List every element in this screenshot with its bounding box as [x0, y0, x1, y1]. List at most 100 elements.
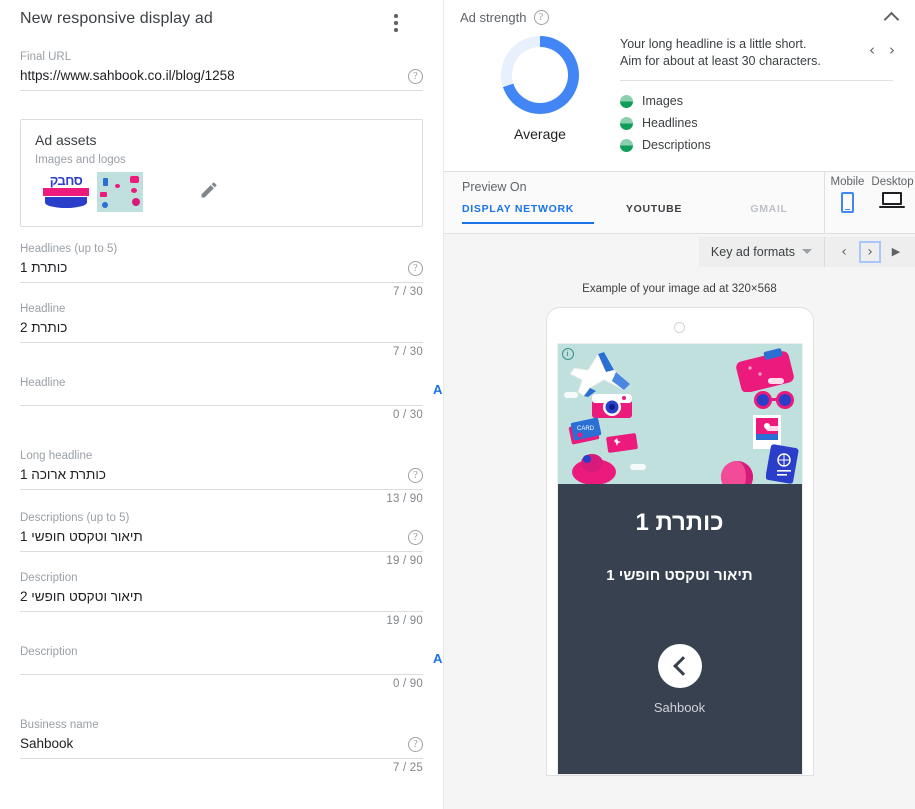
final-url-input[interactable]: https://www.sahbook.co.il/blog/1258	[20, 67, 235, 85]
description-counter-3: 0 / 90	[393, 678, 423, 690]
phone-mockup: i CARD כותרת 1 תיאור וטקסט חופשי 1 Sahbo…	[545, 307, 814, 776]
final-url-field[interactable]: Final URL https://www.sahbook.co.il/blog…	[20, 50, 423, 91]
help-circle-icon[interactable]: ?	[408, 68, 423, 84]
ad-strength-message-line1: Your long headline is a little short.	[620, 37, 807, 51]
ad-strength-message: Your long headline is a little short. Ai…	[620, 36, 869, 80]
checklist-item: Images	[620, 90, 901, 112]
description-field-1[interactable]: Descriptions (up to 5) תיאור וטקסט חופשי…	[20, 511, 423, 567]
long-headline-counter: 13 / 90	[386, 493, 423, 505]
long-headline-field[interactable]: Long headline כותרת ארוכה 1 ? 13 / 90	[20, 449, 423, 505]
long-headline-label: Long headline	[20, 450, 93, 462]
description-input-2[interactable]: תיאור וטקסט חופשי 2	[20, 588, 143, 606]
page-title: New responsive display ad	[20, 10, 213, 27]
headline-label-1: Headlines (up to 5)	[20, 243, 118, 255]
device-toggle-mobile[interactable]: Mobile	[825, 176, 870, 233]
key-ad-formats-select[interactable]: Key ad formats	[699, 236, 825, 267]
device-label-desktop: Desktop	[871, 176, 914, 188]
headline-label-3: Headline	[20, 377, 66, 389]
form-header: New responsive display ad	[20, 0, 423, 35]
headline-field-3[interactable]: Headline 0 / 30 ADD	[20, 376, 443, 421]
tab-gmail[interactable]: GMAIL	[714, 203, 824, 224]
help-circle-icon[interactable]: ?	[408, 529, 423, 545]
ad-strength-meter: Average	[460, 30, 620, 156]
ad-strength-section: Ad strength ? Average Your long headline…	[444, 0, 915, 172]
ad-image: i CARD	[557, 344, 802, 484]
business-name-input[interactable]: Sahbook	[20, 735, 73, 753]
headline-input-2[interactable]: כותרת 2	[20, 319, 67, 337]
ad-strength-checklist: Images Headlines Descriptions	[620, 81, 901, 156]
headline-field-1[interactable]: Headlines (up to 5) כותרת 1 ? 7 / 30	[20, 242, 423, 298]
ad-strength-title: Ad strength	[460, 9, 527, 25]
help-circle-icon[interactable]: ?	[533, 9, 549, 25]
checklist-item: Descriptions	[620, 134, 901, 156]
device-label-mobile: Mobile	[830, 176, 865, 188]
description-field-3[interactable]: Description 0 / 90 ADD	[20, 645, 443, 690]
description-label-3: Description	[20, 646, 78, 658]
description-label-2: Description	[20, 572, 78, 584]
business-name-field[interactable]: Business name Sahbook ? 7 / 25	[20, 718, 423, 774]
status-dot-icon	[620, 116, 633, 130]
pencil-icon[interactable]	[199, 180, 219, 205]
headline-counter-1: 7 / 30	[393, 286, 423, 298]
chevron-down-icon	[802, 249, 812, 254]
logo-text: סחבק	[49, 173, 83, 188]
ad-strength-message-line2: Aim for about at least 30 characters.	[620, 54, 821, 68]
headline-field-2[interactable]: Headline כותרת 2 7 / 30	[20, 302, 423, 358]
donut-chart	[501, 36, 579, 114]
business-name-label: Business name	[20, 719, 99, 731]
svg-text:CARD: CARD	[577, 426, 595, 432]
adchoices-icon[interactable]: i	[561, 348, 574, 360]
chevron-left-icon[interactable]: ‹	[869, 43, 875, 58]
help-circle-icon[interactable]: ?	[408, 467, 423, 483]
preview-stage: Example of your image ad at 320×568 i CA…	[444, 269, 915, 776]
ad-preview[interactable]: i CARD כותרת 1 תיאור וטקסט חופשי 1 Sahbo…	[556, 343, 803, 775]
chevron-right-icon[interactable]: ›	[889, 43, 895, 58]
description-counter-2: 19 / 90	[386, 615, 423, 627]
checklist-item-label: Images	[642, 94, 683, 108]
preview-panel: Ad strength ? Average Your long headline…	[444, 0, 915, 809]
ad-business-name: Sahbook	[653, 700, 706, 715]
preview-prev-button[interactable]: ‹	[833, 241, 855, 263]
checklist-item: Headlines	[620, 112, 901, 134]
description-field-2[interactable]: Description תיאור וטקסט חופשי 2 19 / 90	[20, 571, 423, 627]
device-toggle-desktop[interactable]: Desktop	[870, 176, 915, 233]
headline-input-1[interactable]: כותרת 1	[20, 259, 67, 277]
status-dot-icon	[620, 94, 633, 108]
asset-thumbnail-logo[interactable]: סחבק	[43, 172, 89, 212]
description-counter-1: 19 / 90	[386, 555, 423, 567]
ad-cta-button[interactable]	[657, 644, 702, 688]
tab-youtube[interactable]: YOUTUBE	[594, 203, 714, 224]
ads-editor-screen: New responsive display ad Final URL http…	[0, 0, 915, 809]
ad-headline: כותרת 1	[635, 509, 724, 536]
ad-form-panel: New responsive display ad Final URL http…	[0, 0, 444, 809]
ad-assets-card: Ad assets Images and logos סחבק	[20, 119, 423, 227]
help-circle-icon[interactable]: ?	[408, 260, 423, 276]
preview-on-label: Preview On	[462, 180, 527, 194]
add-headline-button[interactable]: ADD	[433, 382, 443, 397]
business-name-counter: 7 / 25	[393, 762, 423, 774]
asset-thumbnail-image[interactable]	[97, 172, 143, 212]
description-input-1[interactable]: תיאור וטקסט חופשי 1	[20, 528, 143, 546]
long-headline-input[interactable]: כותרת ארוכה 1	[20, 466, 106, 484]
headline-counter-3: 0 / 30	[393, 409, 423, 421]
desktop-icon	[878, 192, 905, 208]
more-vert-icon[interactable]	[384, 11, 408, 35]
ad-description: תיאור וטקסט חופשי 1	[606, 567, 753, 584]
format-toolbar: Key ad formats ‹ › ▶	[444, 234, 915, 269]
logo-blue-shape	[45, 197, 87, 208]
play-icon[interactable]: ▶	[885, 241, 907, 263]
tab-display-network[interactable]: DISPLAY NETWORK	[462, 203, 594, 224]
ad-assets-subtitle: Images and logos	[35, 154, 126, 166]
headline-counter-2: 7 / 30	[393, 346, 423, 358]
chevron-up-icon[interactable]	[883, 8, 901, 26]
ad-assets-title: Ad assets	[35, 132, 97, 148]
preview-next-button[interactable]: ›	[859, 240, 881, 263]
add-description-button[interactable]: ADD	[433, 651, 443, 666]
final-url-label: Final URL	[20, 51, 72, 63]
help-circle-icon[interactable]: ?	[408, 736, 423, 752]
status-dot-icon	[620, 138, 633, 152]
key-ad-formats-label: Key ad formats	[710, 244, 795, 259]
checklist-item-label: Headlines	[642, 116, 698, 130]
preview-caption: Example of your image ad at 320×568	[582, 283, 777, 295]
ad-text-block: כותרת 1 תיאור וטקסט חופשי 1 Sahbook	[557, 484, 802, 774]
